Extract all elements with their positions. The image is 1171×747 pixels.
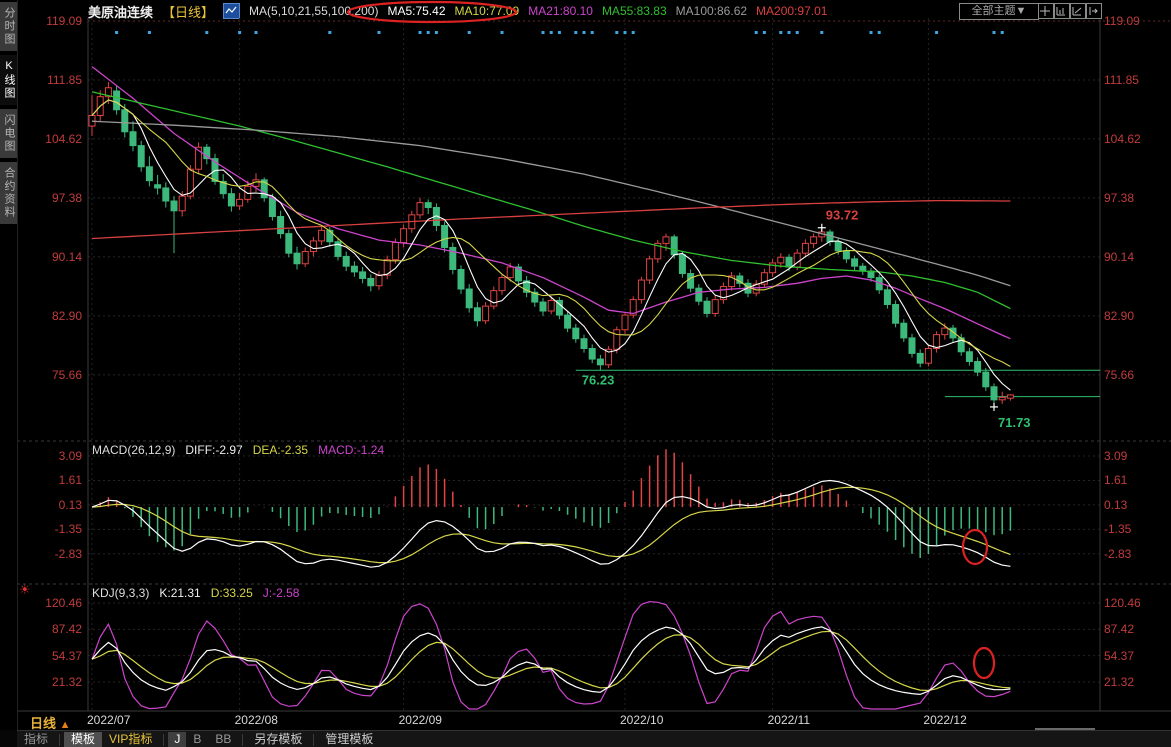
macd-axis-label-right-3: -1.35	[1104, 522, 1162, 536]
main-axis-label-left-6: 75.66	[24, 368, 82, 382]
kdj-axis-label-right-2: 54.37	[1104, 649, 1162, 663]
kdj-settings-icon[interactable]: ☀	[19, 582, 31, 598]
tab-j[interactable]: J	[168, 732, 186, 747]
pan-tool-icon[interactable]	[1038, 3, 1054, 19]
indicator-tab-bar: 指标 模板 VIP指标 J B BB 另存模板 管理模板	[17, 730, 1171, 747]
sidebar-tab-contract-info[interactable]: 合约资料	[0, 162, 17, 224]
macd-axis-label-right-0: 3.09	[1104, 449, 1162, 463]
kdj-axis-label-left-2: 54.37	[24, 649, 82, 663]
main-axis-label-left-5: 82.90	[24, 309, 82, 323]
macd-axis-label-right-1: 1.61	[1104, 473, 1162, 487]
main-chart-window-icon[interactable]	[1054, 3, 1070, 19]
macd-axis-label-left-0: 3.09	[24, 449, 82, 463]
sidebar-tab-flash-chart[interactable]: 闪电图	[0, 109, 17, 158]
tab-templates[interactable]: 模板	[64, 732, 102, 747]
kdj-axis-label-right-1: 87.42	[1104, 622, 1162, 636]
main-axis-label-left-3: 97.38	[24, 191, 82, 205]
chart-type-sidebar: 分时图 K线图 闪电图 合约资料	[0, 0, 18, 747]
theme-dropdown[interactable]: 全部主题▼	[959, 3, 1039, 20]
divider	[163, 734, 164, 746]
axis-labels-layer: 119.09 119.09 111.85 111.85 104.62 104.62 97.3…	[0, 0, 1171, 747]
tab-vip-indicators[interactable]: VIP指标	[102, 732, 159, 747]
main-axis-label-left-4: 90.14	[24, 250, 82, 264]
tab-manage-templates[interactable]: 管理模板	[318, 732, 380, 747]
macd-axis-label-left-1: 1.61	[24, 473, 82, 487]
tab-indicators[interactable]: 指标	[17, 732, 55, 747]
popout-window-icon[interactable]	[1086, 3, 1102, 19]
sub-chart-window-icon[interactable]	[1070, 3, 1086, 19]
kline-app-window: 美原油连续 【日线】 MA(5,10,21,55,100,200) MA5:75…	[0, 0, 1171, 747]
kdj-axis-label-right-0: 120.46	[1104, 596, 1162, 610]
main-axis-label-right-0: 119.09	[1104, 14, 1162, 28]
x-axis-row: 日线 ▲	[0, 712, 1171, 730]
tab-save-template[interactable]: 另存模板	[247, 732, 309, 747]
main-axis-label-right-4: 90.14	[1104, 250, 1162, 264]
divider	[313, 734, 314, 746]
macd-axis-label-left-2: 0.13	[24, 498, 82, 512]
sidebar-tab-kline-chart[interactable]: K线图	[0, 55, 17, 105]
macd-axis-label-left-3: -1.35	[24, 522, 82, 536]
kdj-axis-label-right-3: 21.32	[1104, 675, 1162, 689]
main-axis-label-right-5: 82.90	[1104, 309, 1162, 323]
main-axis-label-right-6: 75.66	[1104, 368, 1162, 382]
main-axis-label-left-0: 119.09	[24, 14, 82, 28]
tab-bb[interactable]: BB	[208, 732, 238, 747]
kdj-axis-label-left-3: 21.32	[24, 675, 82, 689]
macd-axis-label-right-4: -2.83	[1104, 547, 1162, 561]
divider	[59, 734, 60, 746]
footer-corner	[0, 730, 17, 747]
main-axis-label-left-2: 104.62	[24, 132, 82, 146]
divider	[242, 734, 243, 746]
macd-axis-label-right-2: 0.13	[1104, 498, 1162, 512]
main-axis-label-left-1: 111.85	[24, 73, 82, 87]
main-axis-label-right-3: 97.38	[1104, 191, 1162, 205]
macd-axis-label-left-4: -2.83	[24, 547, 82, 561]
main-axis-label-right-1: 111.85	[1104, 73, 1162, 87]
kdj-axis-label-left-0: 120.46	[24, 596, 82, 610]
main-axis-label-right-2: 104.62	[1104, 132, 1162, 146]
period-label: 日线	[30, 716, 56, 731]
kdj-axis-label-left-1: 87.42	[24, 622, 82, 636]
tab-b[interactable]: B	[186, 732, 208, 747]
sidebar-tab-time-chart[interactable]: 分时图	[0, 2, 17, 51]
